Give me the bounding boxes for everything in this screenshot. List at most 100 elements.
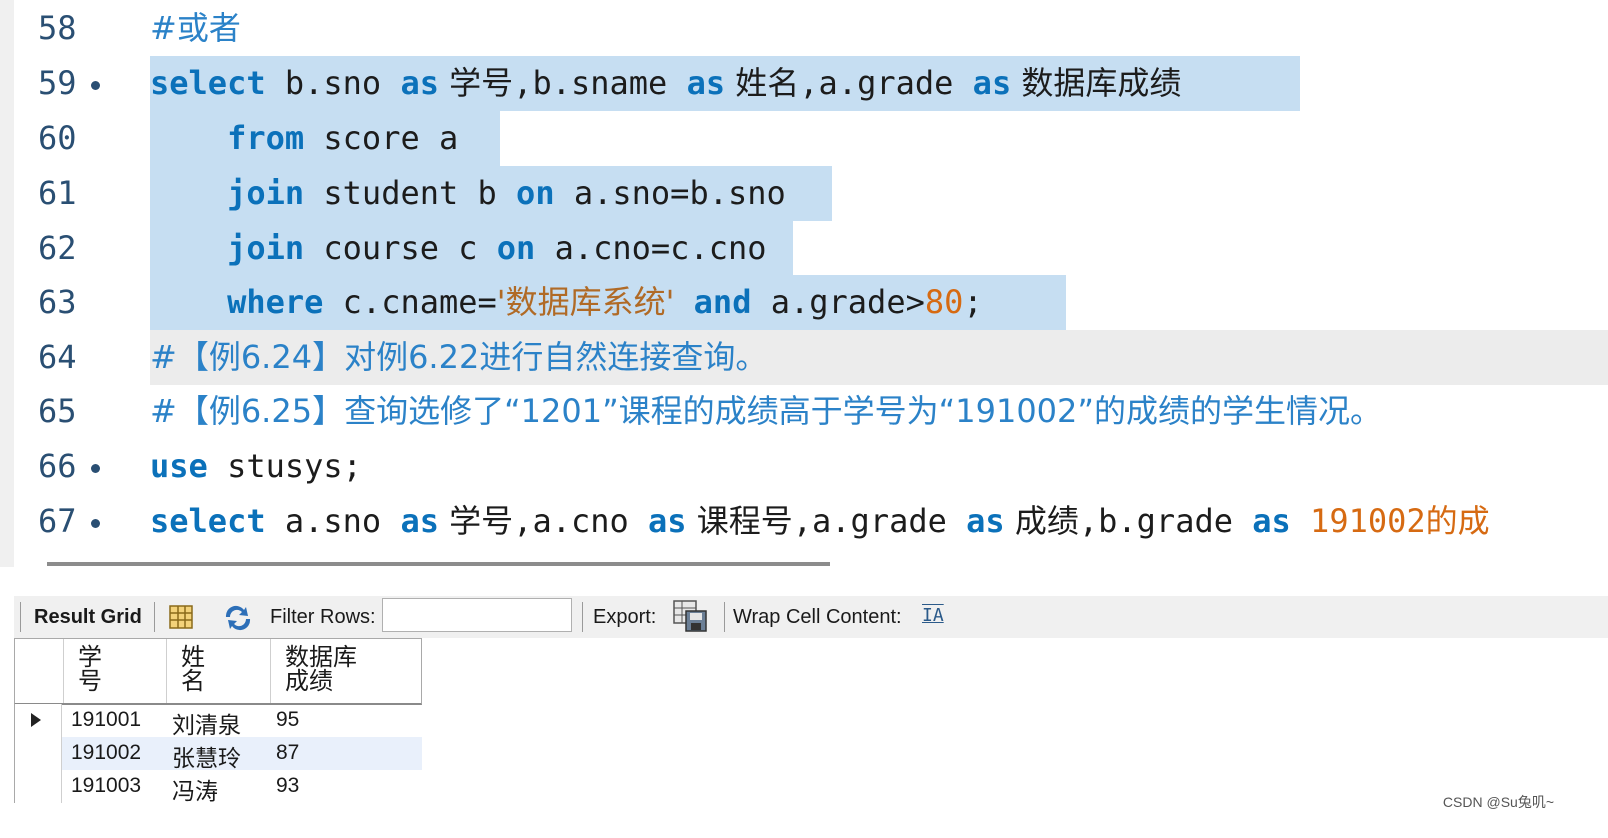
column-header-line: 学: [78, 643, 102, 671]
horizontal-scrollbar[interactable]: [47, 562, 830, 566]
code-line[interactable]: 60 from score a: [0, 111, 1608, 166]
refresh-icon[interactable]: [222, 604, 254, 638]
code-token: ,a.grade: [799, 64, 973, 102]
code-token: course c: [304, 229, 497, 267]
line-number: 64: [38, 338, 77, 376]
code-token: 课程号: [686, 502, 793, 540]
line-number: 59: [38, 64, 77, 102]
code-line[interactable]: 67 select a.sno as 学号,a.cno as 课程号,a.grad…: [0, 494, 1608, 549]
column-divider: [63, 639, 64, 703]
code-token: as: [972, 64, 1012, 102]
code-token: as: [648, 502, 687, 540]
code-token: 姓名: [725, 64, 800, 102]
code-line[interactable]: 66 use stusys;: [0, 439, 1608, 494]
code-token: as: [400, 64, 439, 102]
code-token: 191002: [1310, 502, 1426, 540]
code-text[interactable]: select a.sno as 学号,a.cno as 课程号,a.grade …: [150, 501, 1490, 541]
column-header-line: 号: [78, 667, 102, 695]
code-line[interactable]: 64 #【例6.24】对例6.22进行自然连接查询。: [0, 330, 1608, 385]
code-line[interactable]: 65 #【例6.25】查询选修了“1201”课程的成绩高于学号为“191002”的…: [0, 384, 1608, 439]
code-line[interactable]: 61 join student b on a.sno=b.sno: [0, 166, 1608, 221]
column-divider: [270, 639, 271, 703]
code-token: 80: [924, 283, 964, 321]
statement-marker-icon[interactable]: [91, 464, 100, 473]
code-token: #【例6.25】查询选修了“1201”课程的成绩高于学号为“191002”的成绩…: [150, 392, 1382, 430]
code-token: on: [516, 174, 555, 212]
line-number: 67: [38, 502, 77, 540]
code-token: c.cname=: [323, 283, 497, 321]
column-header-line: 成绩: [285, 667, 333, 695]
cell-grade[interactable]: 93: [276, 774, 299, 798]
code-token: join: [227, 229, 305, 267]
code-token: as: [1252, 502, 1291, 540]
code-token: '数据库系统': [496, 283, 675, 321]
wrap-cell-content-label: Wrap Cell Content:: [733, 606, 902, 628]
code-text[interactable]: join course c on a.cno=c.cno: [150, 228, 766, 268]
statement-marker-icon[interactable]: [91, 81, 100, 90]
cell-grade[interactable]: 87: [276, 741, 299, 765]
code-text[interactable]: from score a: [150, 118, 458, 158]
row-header[interactable]: [14, 704, 62, 737]
export-icon[interactable]: [672, 599, 710, 641]
code-token: as: [686, 64, 726, 102]
sql-editor[interactable]: 58 #或者 59 select b.sno as 学号,b.sname as 姓名,…: [0, 0, 1608, 567]
cell-sname[interactable]: 刘清泉: [172, 706, 241, 740]
code-token: student b: [304, 174, 517, 212]
code-token: as: [400, 502, 439, 540]
cell-sno[interactable]: 191003: [71, 774, 141, 798]
filter-rows-label: Filter Rows:: [270, 606, 376, 628]
code-text[interactable]: where c.cname='数据库系统' and a.grade>80;: [150, 282, 983, 322]
column-header-line: 名: [181, 667, 205, 695]
row-header[interactable]: [14, 737, 62, 770]
table-row[interactable]: 191001 刘清泉 95: [14, 704, 422, 740]
filter-rows-input[interactable]: [382, 598, 572, 632]
cell-sno[interactable]: 191002: [71, 741, 141, 765]
result-toolbar: Result Grid Filter Rows: Export: Wrap Ce…: [14, 596, 1608, 638]
line-number: 62: [38, 229, 77, 267]
table-row[interactable]: 191002 张慧玲 87: [14, 737, 422, 773]
cell-sname[interactable]: 张慧玲: [172, 739, 241, 773]
code-line[interactable]: 63 where c.cname='数据库系统' and a.grade>80;: [0, 275, 1608, 330]
code-text[interactable]: #【例6.25】查询选修了“1201”课程的成绩高于学号为“191002”的成绩…: [150, 391, 1382, 431]
code-token: #【例6.24】对例6.22进行自然连接查询。: [150, 338, 768, 376]
line-number: 61: [38, 174, 77, 212]
table-row[interactable]: 191003 冯涛 93: [14, 770, 422, 806]
column-header-sname[interactable]: 姓 名: [181, 645, 205, 693]
code-line[interactable]: 59 select b.sno as 学号,b.sname as 姓名,a.gra…: [0, 56, 1608, 111]
wrap-cell-content-icon[interactable]: IA: [922, 605, 944, 626]
cell-grade[interactable]: 95: [276, 708, 299, 732]
statement-marker-icon[interactable]: [91, 519, 100, 528]
column-header-grade[interactable]: 数据库 成绩: [285, 645, 357, 693]
grid-view-icon[interactable]: [168, 604, 194, 636]
code-token: score a: [304, 119, 459, 157]
code-token: ,a.cno: [513, 502, 649, 540]
toolbar-separator: [582, 602, 583, 632]
column-header-sno[interactable]: 学 号: [78, 645, 102, 693]
cell-sno[interactable]: 191001: [71, 708, 141, 732]
code-text[interactable]: #或者: [150, 8, 241, 48]
code-token: a.sno=b.sno: [554, 174, 786, 212]
code-line[interactable]: 58 #或者: [0, 1, 1608, 56]
code-token: where: [227, 283, 324, 321]
line-number: 65: [38, 392, 77, 430]
cell-sname[interactable]: 冯涛: [172, 772, 218, 806]
row-header[interactable]: [14, 770, 62, 803]
code-text[interactable]: select b.sno as 学号,b.sname as 姓名,a.grade…: [150, 63, 1181, 103]
result-grid[interactable]: 学 号 姓 名 数据库 成绩 191001 刘清泉 95 191002 张慧玲 …: [14, 638, 422, 806]
code-token: on: [496, 229, 536, 267]
code-text[interactable]: use stusys;: [150, 446, 362, 486]
line-number: 60: [38, 119, 77, 157]
toolbar-separator: [724, 602, 725, 632]
code-token: ,b.sname: [513, 64, 687, 102]
code-text[interactable]: join student b on a.sno=b.sno: [150, 173, 786, 213]
code-line[interactable]: 62 join course c on a.cno=c.cno: [0, 221, 1608, 276]
column-divider: [166, 639, 167, 703]
result-grid-tab[interactable]: Result Grid: [34, 606, 142, 629]
code-token: select: [150, 64, 266, 102]
code-text[interactable]: #【例6.24】对例6.22进行自然连接查询。: [150, 337, 767, 377]
line-number: 58: [38, 9, 77, 47]
